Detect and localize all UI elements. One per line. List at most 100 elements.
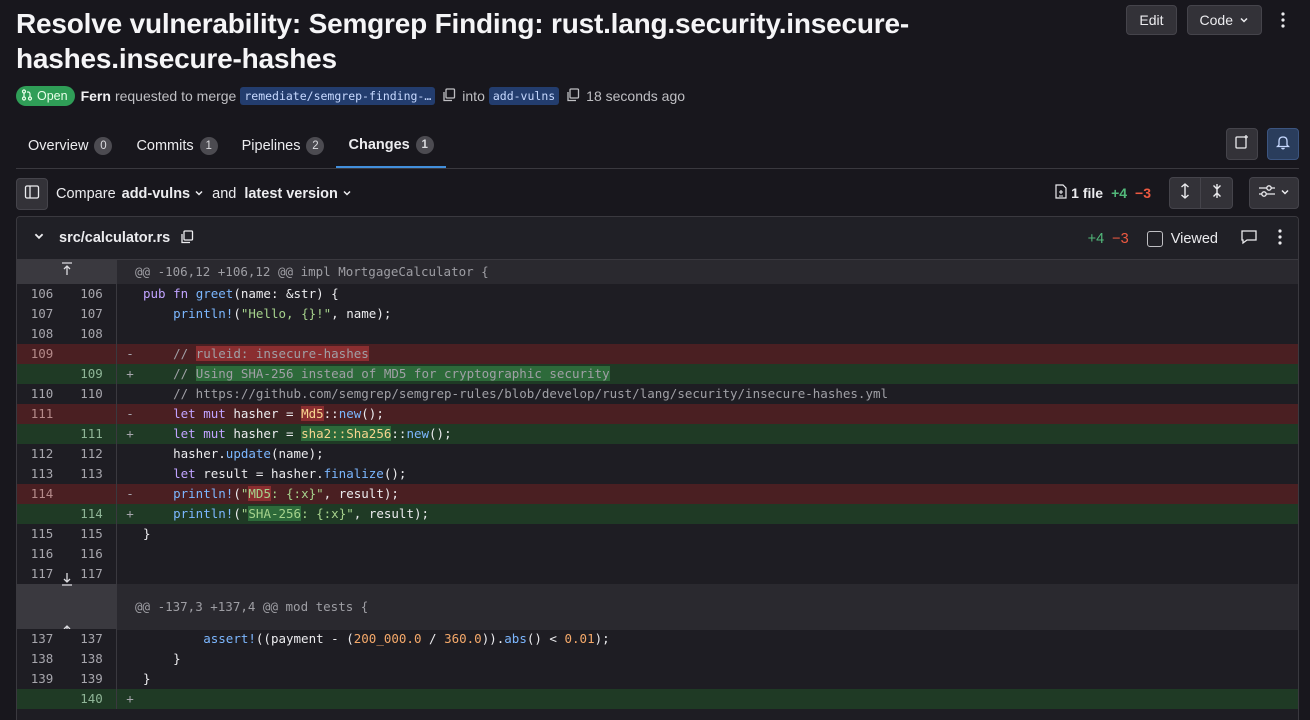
new-line-number[interactable]: 114 [67, 504, 117, 524]
code-line: println!("MD5: {:x}", result); [173, 486, 399, 501]
diff-settings-button[interactable] [1249, 177, 1299, 209]
new-line-number[interactable]: 107 [67, 304, 117, 324]
old-line-number[interactable]: 112 [17, 444, 67, 464]
new-line-number[interactable] [67, 484, 117, 504]
expand-up-icon [61, 260, 73, 284]
old-line-number[interactable]: 138 [17, 649, 67, 669]
old-line-number[interactable] [17, 364, 67, 384]
old-line-number[interactable]: 113 [17, 464, 67, 484]
expand-collapse-group [1169, 177, 1233, 209]
new-line-number[interactable]: 140 [67, 689, 117, 709]
collapse-all-button[interactable] [1201, 177, 1233, 209]
toggle-file-tree-button[interactable] [16, 177, 48, 210]
new-line-number[interactable]: 115 [67, 524, 117, 544]
head-version-dropdown[interactable]: latest version [244, 186, 352, 202]
copy-icon[interactable] [180, 230, 196, 246]
lines-added: +4 [1111, 185, 1128, 201]
diff-line: 112 112 hasher.update(name); [17, 444, 1298, 464]
and-text: and [212, 185, 237, 202]
tab-label: Changes [348, 137, 410, 153]
new-line-number[interactable]: 137 [67, 629, 117, 649]
chevron-down-icon[interactable] [33, 229, 45, 247]
copy-icon[interactable] [442, 88, 458, 104]
new-line-number[interactable]: 108 [67, 324, 117, 344]
more-actions-icon[interactable] [1272, 5, 1294, 35]
base-version-label: add-vulns [121, 185, 191, 202]
old-line-number[interactable]: 115 [17, 524, 67, 544]
new-line-number[interactable]: 109 [67, 364, 117, 384]
viewed-checkbox[interactable] [1146, 230, 1163, 247]
expand-up-button[interactable] [17, 260, 117, 284]
old-line-number[interactable]: 116 [17, 544, 67, 564]
code-line: println!("SHA-256: {:x}", result); [173, 506, 430, 521]
chevron-down-icon [342, 186, 352, 202]
line-sign [117, 464, 143, 484]
expand-lines-button[interactable] [17, 573, 117, 636]
new-line-number[interactable]: 106 [67, 284, 117, 304]
new-line-number[interactable]: 139 [67, 669, 117, 689]
new-line-number[interactable] [67, 344, 117, 364]
new-line-number[interactable]: 138 [67, 649, 117, 669]
author-link[interactable]: Fern [81, 88, 111, 104]
code-line: // ruleid: insecure-hashes [143, 346, 369, 361]
status-label: Open [37, 89, 68, 103]
file-name[interactable]: src/calculator.rs [59, 230, 170, 246]
new-line-number[interactable]: 116 [67, 544, 117, 564]
old-line-number[interactable]: 139 [17, 669, 67, 689]
mr-header: Resolve vulnerability: Semgrep Finding: … [16, 6, 1016, 76]
new-line-number[interactable]: 113 [67, 464, 117, 484]
new-line-number[interactable]: 110 [67, 384, 117, 404]
tab-count: 1 [415, 136, 434, 154]
diff-line-added: 140 + [17, 689, 1298, 709]
sidebar-icon [24, 184, 40, 204]
line-sign [117, 564, 143, 584]
tab-pipelines[interactable]: Pipelines 2 [230, 124, 337, 168]
base-version-dropdown[interactable]: add-vulns [122, 186, 204, 202]
old-line-number[interactable] [17, 689, 67, 709]
old-line-number[interactable]: 109 [17, 344, 67, 364]
copy-icon[interactable] [566, 88, 582, 104]
new-line-number[interactable]: 111 [67, 424, 117, 444]
diff-line: 106 106 pub fn greet(name: &str) { [17, 284, 1298, 304]
new-line-number[interactable] [67, 404, 117, 424]
new-line-number[interactable]: 112 [67, 444, 117, 464]
old-line-number[interactable]: 106 [17, 284, 67, 304]
more-options-icon[interactable] [1278, 228, 1282, 249]
hunk-text: @@ -137,3 +137,4 @@ mod tests { [135, 599, 369, 614]
old-line-number[interactable] [17, 504, 67, 524]
add-todo-button[interactable] [1226, 128, 1258, 160]
line-sign: + [126, 426, 134, 441]
comment-icon[interactable] [1240, 229, 1258, 249]
tab-commits[interactable]: Commits 1 [124, 124, 229, 168]
old-line-number[interactable]: 108 [17, 324, 67, 344]
old-line-number[interactable]: 137 [17, 629, 67, 649]
notifications-button[interactable] [1267, 128, 1299, 160]
source-branch-link[interactable]: remediate/semgrep-finding-… [240, 87, 436, 105]
compare-bar: Compare add-vulns and latest version 1 f… [16, 177, 1299, 210]
code-dropdown-button[interactable]: Code [1186, 5, 1262, 35]
expand-down-icon [61, 559, 73, 605]
expand-all-button[interactable] [1169, 177, 1201, 209]
diff-line: 108 108 [17, 324, 1298, 344]
line-sign [117, 629, 143, 649]
target-branch-link[interactable]: add-vulns [488, 87, 560, 105]
code-line: // https://github.com/semgrep/semgrep-ru… [143, 386, 889, 401]
code-button-label: Code [1199, 12, 1233, 28]
file-diff: src/calculator.rs +4 −3 Viewed @@ -106,1… [16, 216, 1299, 720]
diff-line: 138 138 } [17, 649, 1298, 669]
line-sign [117, 524, 143, 544]
old-line-number[interactable] [17, 424, 67, 444]
old-line-number[interactable]: 114 [17, 484, 67, 504]
old-line-number[interactable]: 107 [17, 304, 67, 324]
old-line-number[interactable]: 117 [17, 564, 67, 584]
old-line-number[interactable]: 110 [17, 384, 67, 404]
old-line-number[interactable]: 111 [17, 404, 67, 424]
file-lines-added: +4 [1087, 230, 1105, 247]
diff-line-removed: 109 - // ruleid: insecure-hashes [17, 344, 1298, 364]
new-line-number[interactable]: 117 [67, 564, 117, 584]
tab-overview[interactable]: Overview 0 [16, 124, 124, 168]
line-sign: - [126, 406, 134, 421]
edit-button[interactable]: Edit [1126, 5, 1177, 35]
tab-changes[interactable]: Changes 1 [336, 124, 446, 168]
tab-label: Pipelines [241, 138, 301, 154]
